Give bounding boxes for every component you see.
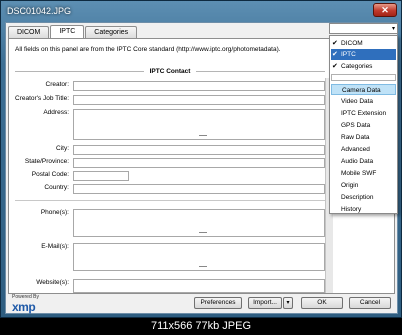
separator [15, 200, 325, 201]
menu-item-categories[interactable]: ✔ Categories [331, 61, 396, 72]
address-label: Address: [43, 109, 69, 116]
phones-field[interactable] [73, 209, 325, 237]
menu-item-origin[interactable]: Origin [331, 180, 396, 191]
tab-strip: DICOM IPTC Categories [8, 25, 138, 38]
menu-item-description[interactable]: Description [331, 192, 396, 203]
menu-item-advanced[interactable]: Advanced [331, 144, 396, 155]
phones-row: Phone(s): [9, 209, 325, 237]
postal-row: Postal Code: [9, 171, 129, 181]
ok-button[interactable]: OK [301, 297, 343, 309]
creator-label: Creator: [45, 81, 69, 88]
resize-grip[interactable] [199, 266, 207, 267]
tab-categories[interactable]: Categories [85, 26, 138, 38]
country-row: Country: [9, 184, 325, 194]
job-title-label: Creator's Job Title: [15, 95, 69, 102]
creator-field[interactable] [73, 81, 325, 91]
job-title-row: Creator's Job Title: [9, 95, 325, 105]
section-title: IPTC Contact [149, 67, 191, 75]
job-title-field[interactable] [73, 95, 325, 105]
divider [15, 70, 144, 72]
phones-label: Phone(s): [40, 209, 69, 216]
state-label: State/Province: [24, 158, 69, 165]
websites-field[interactable] [73, 279, 325, 293]
menu-item-label: DICOM [341, 40, 363, 47]
emails-field[interactable] [73, 243, 325, 271]
close-button[interactable]: ✕ [373, 3, 397, 17]
section-header: IPTC Contact [15, 66, 325, 76]
city-row: City: [9, 145, 325, 155]
panel-selector[interactable]: ▾ [329, 23, 398, 34]
import-menu-arrow[interactable]: ▾ [283, 297, 293, 309]
resize-grip[interactable] [199, 135, 207, 136]
city-label: City: [56, 145, 69, 152]
address-field[interactable] [73, 109, 325, 140]
creator-row: Creator: [9, 81, 325, 91]
websites-row: Website(s): [9, 279, 325, 293]
cancel-button[interactable]: Cancel [349, 297, 391, 309]
country-field[interactable] [73, 184, 325, 194]
chevron-down-icon: ▾ [391, 26, 395, 32]
preferences-button[interactable]: Preferences [194, 297, 242, 309]
postal-label: Postal Code: [31, 171, 69, 178]
resize-grip[interactable] [199, 232, 207, 233]
state-field[interactable] [73, 158, 325, 168]
menu-item-label: IPTC [341, 51, 356, 58]
country-label: Country: [44, 184, 69, 191]
image-caption: 711x566 77kb JPEG [0, 318, 402, 335]
menu-item-mobile-swf[interactable]: Mobile SWF [331, 168, 396, 179]
tab-dicom[interactable]: DICOM [8, 26, 50, 38]
state-row: State/Province: [9, 158, 325, 168]
menu-item-iptc-extension[interactable]: IPTC Extension [331, 108, 396, 119]
city-field[interactable] [73, 145, 325, 155]
check-icon: ✔ [332, 51, 338, 58]
panel-notice: All fields on this panel are from the IP… [15, 46, 281, 53]
emails-row: E-Mail(s): [9, 243, 325, 271]
xmp-logo: Powered By xmp [12, 294, 39, 314]
address-row: Address: [9, 109, 325, 140]
import-button[interactable]: Import... [248, 297, 282, 309]
xmp-brand: xmp [12, 300, 36, 314]
menu-item-iptc[interactable]: ✔ IPTC [331, 49, 396, 60]
divider [196, 70, 325, 72]
menu-separator [331, 74, 396, 81]
menu-item-camera-data[interactable]: Camera Data [331, 84, 396, 95]
emails-label: E-Mail(s): [41, 243, 69, 250]
postal-field[interactable] [73, 171, 129, 181]
menu-item-label: Categories [341, 63, 373, 70]
check-icon: ✔ [332, 40, 338, 47]
menu-item-video-data[interactable]: Video Data [331, 96, 396, 107]
menu-item-audio-data[interactable]: Audio Data [331, 156, 396, 167]
tab-iptc[interactable]: IPTC [50, 25, 85, 38]
menu-item-history[interactable]: History [331, 204, 396, 215]
check-icon: ✔ [332, 63, 338, 70]
panel-menu: ✔ DICOM ✔ IPTC ✔ Categories Camera Data … [329, 35, 398, 214]
menu-item-raw-data[interactable]: Raw Data [331, 132, 396, 143]
menu-item-dicom[interactable]: ✔ DICOM [331, 38, 396, 49]
window-title: DSC01042.JPG [7, 6, 72, 16]
websites-label: Website(s): [36, 279, 69, 286]
title-bar[interactable]: DSC01042.JPG ✕ [1, 1, 401, 21]
menu-item-gps-data[interactable]: GPS Data [331, 120, 396, 131]
